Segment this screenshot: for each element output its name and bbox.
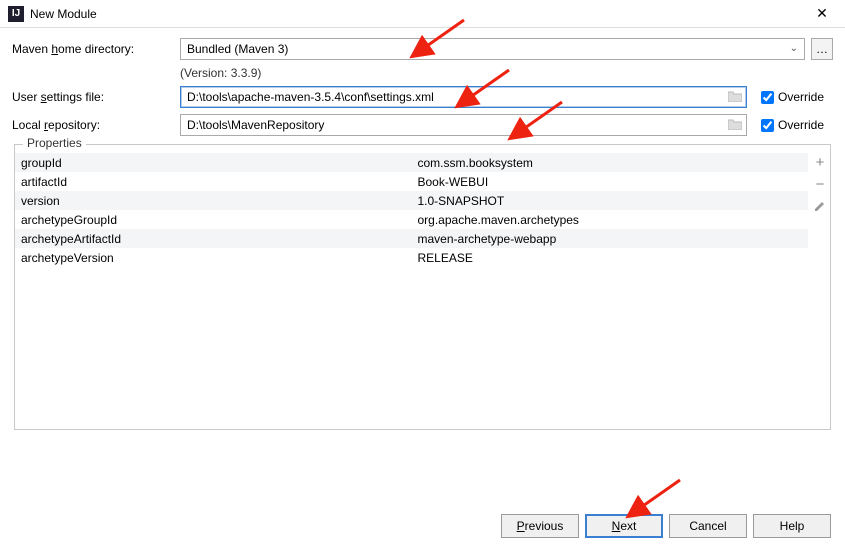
property-value: org.apache.maven.archetypes	[412, 210, 809, 229]
folder-icon[interactable]	[728, 90, 742, 105]
override-repo-checkbox[interactable]: Override	[757, 116, 833, 135]
close-icon[interactable]: ✕	[807, 5, 837, 22]
annotation-arrow	[636, 478, 682, 515]
local-repository-label: Local repository:	[12, 118, 180, 132]
settings-file-input[interactable]: D:\tools\apache-maven-3.5.4\conf\setting…	[180, 86, 747, 108]
property-key: archetypeVersion	[15, 248, 412, 267]
properties-table: groupIdcom.ssm.booksystemartifactIdBook-…	[15, 153, 808, 267]
previous-button[interactable]: Previous	[501, 514, 579, 538]
remove-property-button[interactable]: −	[811, 175, 829, 193]
property-key: artifactId	[15, 172, 412, 191]
app-icon: IJ	[8, 6, 24, 22]
help-button[interactable]: Help	[753, 514, 831, 538]
property-key: archetypeGroupId	[15, 210, 412, 229]
next-button[interactable]: Next	[585, 514, 663, 538]
local-repository-value: D:\tools\MavenRepository	[187, 118, 324, 132]
table-row[interactable]: version1.0-SNAPSHOT	[15, 191, 808, 210]
cancel-button[interactable]: Cancel	[669, 514, 747, 538]
override-settings-checkbox[interactable]: Override	[757, 88, 833, 107]
window-title: New Module	[30, 7, 807, 21]
properties-panel: Properties groupIdcom.ssm.booksystemarti…	[14, 144, 831, 430]
maven-home-value: Bundled (Maven 3)	[187, 42, 288, 56]
property-value: RELEASE	[412, 248, 809, 267]
table-row[interactable]: groupIdcom.ssm.booksystem	[15, 153, 808, 172]
chevron-down-icon: ⌄	[790, 43, 798, 54]
edit-property-button[interactable]	[811, 197, 829, 215]
property-key: version	[15, 191, 412, 210]
settings-file-value: D:\tools\apache-maven-3.5.4\conf\setting…	[187, 90, 434, 104]
property-key: groupId	[15, 153, 412, 172]
titlebar: IJ New Module ✕	[0, 0, 845, 28]
table-row[interactable]: archetypeVersionRELEASE	[15, 248, 808, 267]
settings-file-label: User settings file:	[12, 90, 180, 104]
property-value: maven-archetype-webapp	[412, 229, 809, 248]
table-row[interactable]: archetypeGroupIdorg.apache.maven.archety…	[15, 210, 808, 229]
local-repository-input[interactable]: D:\tools\MavenRepository	[180, 114, 747, 136]
maven-home-combo[interactable]: Bundled (Maven 3) ⌄	[180, 38, 805, 60]
properties-legend: Properties	[23, 136, 86, 150]
dialog-button-bar: Previous Next Cancel Help	[501, 514, 831, 538]
property-key: archetypeArtifactId	[15, 229, 412, 248]
add-property-button[interactable]: +	[811, 153, 829, 171]
table-row[interactable]: artifactIdBook-WEBUI	[15, 172, 808, 191]
property-value: 1.0-SNAPSHOT	[412, 191, 809, 210]
property-value: Book-WEBUI	[412, 172, 809, 191]
folder-icon[interactable]	[728, 118, 742, 133]
property-value: com.ssm.booksystem	[412, 153, 809, 172]
table-row[interactable]: archetypeArtifactIdmaven-archetype-webap…	[15, 229, 808, 248]
maven-home-label: Maven home directory:	[12, 42, 180, 56]
browse-maven-home-button[interactable]: …	[811, 38, 833, 60]
maven-version-text: (Version: 3.3.9)	[180, 66, 833, 80]
